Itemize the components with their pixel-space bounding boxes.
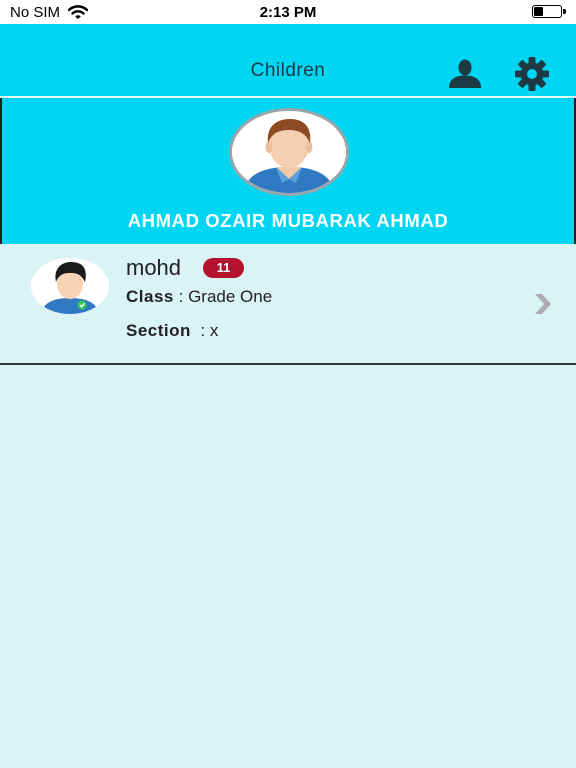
child-list-item[interactable]: mohd 11 Class : Grade One Section : x <box>0 244 576 365</box>
parent-avatar <box>229 108 349 196</box>
child-name: mohd <box>126 255 182 280</box>
section-label: Section <box>126 321 191 340</box>
child-avatar <box>31 258 109 314</box>
page-title: Children <box>250 60 326 81</box>
user-icon[interactable] <box>447 58 483 88</box>
parent-name: AHMAD OZAIR MUBARAK AHMAD <box>127 210 449 231</box>
child-avatar-image <box>31 258 109 314</box>
notification-badge: 11 <box>203 258 244 278</box>
status-time: 2:13 PM <box>259 4 317 21</box>
class-separator: : <box>178 287 184 306</box>
child-class-row: Class : Grade One <box>126 287 272 307</box>
parent-avatar-image <box>232 111 346 193</box>
section-separator: : <box>200 321 206 340</box>
status-bar: No SIM 2:13 PM <box>0 0 576 24</box>
chevron-right-icon[interactable] <box>531 291 555 317</box>
class-value: Grade One <box>188 287 273 306</box>
gear-icon[interactable] <box>513 55 551 93</box>
profile-header: AHMAD OZAIR MUBARAK AHMAD <box>0 98 576 244</box>
battery-tip <box>563 9 566 14</box>
section-value: x <box>209 321 219 340</box>
battery-icon <box>532 5 566 18</box>
navigation-bar: Children <box>0 24 576 96</box>
battery-level <box>534 7 543 16</box>
child-section-row: Section : x <box>126 321 218 341</box>
class-label: Class <box>126 287 174 306</box>
